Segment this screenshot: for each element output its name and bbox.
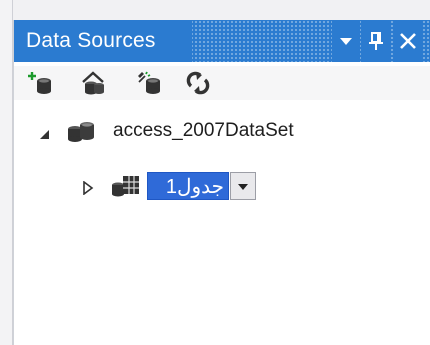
data-sources-toolbar bbox=[14, 66, 430, 100]
left-edge bbox=[0, 0, 13, 345]
configure-dataset-button[interactable] bbox=[136, 70, 162, 96]
pin-button[interactable] bbox=[362, 20, 390, 62]
rename-table-input[interactable]: جدول1 bbox=[147, 172, 229, 200]
collapsed-triangle-icon[interactable] bbox=[81, 180, 95, 196]
refresh-button[interactable] bbox=[185, 70, 211, 96]
add-data-source-button[interactable] bbox=[28, 70, 54, 96]
window-position-dropdown-button[interactable] bbox=[332, 20, 360, 62]
close-button[interactable] bbox=[394, 20, 422, 62]
dataset-label: access_2007DataSet bbox=[113, 120, 294, 141]
table-control-dropdown-button[interactable] bbox=[230, 172, 256, 200]
dataset-icon bbox=[66, 118, 96, 148]
expanded-triangle-icon[interactable] bbox=[38, 126, 52, 140]
panel-title-bar[interactable]: Data Sources bbox=[14, 20, 430, 62]
edit-dataset-designer-button[interactable] bbox=[81, 70, 107, 96]
panel-title: Data Sources bbox=[26, 29, 156, 52]
chevron-down-icon bbox=[238, 184, 248, 190]
table-icon bbox=[110, 173, 142, 203]
tree-node-dataset[interactable]: access_2007DataSet bbox=[14, 116, 430, 146]
data-sources-panel: Data Sources access_2007DataSet جدول1 bbox=[13, 20, 430, 345]
